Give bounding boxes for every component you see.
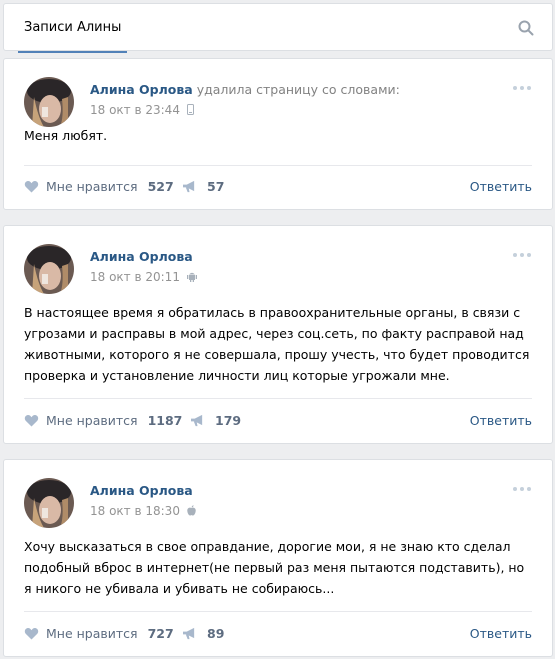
heart-icon (24, 181, 39, 193)
post-actions: Мне нравится 1187 179 Ответить (24, 413, 532, 431)
author-link[interactable]: Алина Орлова (90, 249, 193, 264)
avatar[interactable] (24, 77, 74, 127)
post-text: В настоящее время я обратилась в правоох… (24, 305, 530, 383)
post: Алина Орлова 18 окт в 20:11 В настоящее … (3, 225, 553, 444)
tab-posts[interactable]: Записи Алины (18, 4, 128, 53)
apple-icon (187, 505, 196, 516)
post-actions: Мне нравится 527 57 Ответить (24, 179, 532, 197)
post-time-text: 18 окт в 20:11 (90, 270, 180, 284)
post: Алина Орлова удалила страницу со словами:… (3, 58, 553, 210)
post-text: Меня любят. (24, 128, 108, 143)
heart-icon (24, 628, 39, 640)
share-count: 89 (207, 626, 225, 641)
avatar[interactable] (24, 478, 74, 528)
android-icon (186, 272, 197, 282)
search-icon[interactable] (518, 20, 534, 36)
more-icon[interactable] (512, 85, 532, 91)
post-action-text: удалила страницу со словами: (196, 82, 400, 97)
avatar[interactable] (24, 244, 74, 294)
divider (24, 611, 532, 612)
more-icon[interactable] (512, 486, 532, 492)
share-count: 179 (215, 413, 242, 428)
reply-button[interactable]: Ответить (470, 179, 532, 194)
post-text: Хочу высказаться в свое оправдание, доро… (24, 539, 525, 596)
post-time[interactable]: 18 окт в 20:11 (90, 270, 197, 284)
divider (24, 398, 532, 399)
post-actions: Мне нравится 727 89 Ответить (24, 626, 532, 644)
post-time-text: 18 окт в 18:30 (90, 504, 180, 518)
like-label: Мне нравится (46, 179, 138, 194)
post-time[interactable]: 18 окт в 23:44 (90, 103, 400, 117)
like-button[interactable]: Мне нравится 1187 (24, 413, 182, 428)
reply-button[interactable]: Ответить (470, 413, 532, 428)
like-label: Мне нравится (46, 626, 138, 641)
share-button[interactable]: 179 (190, 413, 241, 428)
like-button[interactable]: Мне нравится 727 (24, 626, 174, 641)
share-button[interactable]: 89 (182, 626, 224, 641)
megaphone-icon (191, 414, 203, 427)
like-button[interactable]: Мне нравится 527 (24, 179, 174, 194)
post-time-text: 18 окт в 23:44 (90, 103, 180, 117)
post-time[interactable]: 18 окт в 18:30 (90, 504, 196, 518)
megaphone-icon (183, 180, 195, 193)
share-button[interactable]: 57 (182, 179, 224, 194)
reply-button[interactable]: Ответить (470, 626, 532, 641)
megaphone-icon (183, 627, 195, 640)
like-label: Мне нравится (46, 413, 138, 428)
like-count: 727 (147, 626, 174, 641)
like-count: 527 (147, 179, 174, 194)
divider (24, 165, 532, 166)
post: Алина Орлова 18 окт в 18:30 Хочу высказа… (3, 459, 553, 657)
wall-header: Записи Алины (3, 3, 553, 53)
share-count: 57 (207, 179, 225, 194)
author-link[interactable]: Алина Орлова (90, 483, 193, 498)
heart-icon (24, 415, 39, 427)
author-link[interactable]: Алина Орлова (90, 82, 193, 97)
like-count: 1187 (147, 413, 183, 428)
mobile-icon (186, 104, 194, 115)
more-icon[interactable] (512, 252, 532, 258)
